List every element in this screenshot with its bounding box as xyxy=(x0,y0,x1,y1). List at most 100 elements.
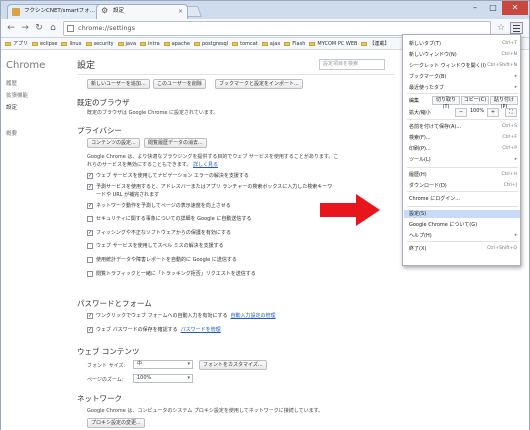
sidebar-item-extensions[interactable]: 拡張機能 xyxy=(6,91,28,99)
zoom-out-button[interactable]: − xyxy=(455,108,467,117)
menu-item-shortcut: Ctrl+J xyxy=(503,183,517,188)
close-tab-icon[interactable]: × xyxy=(178,5,183,18)
fullscreen-button[interactable]: ⛶ xyxy=(505,108,517,117)
menu-item[interactable]: ダウンロード(D) Ctrl+J xyxy=(409,182,517,190)
menu-item[interactable]: 履歴(H) Ctrl+H xyxy=(409,171,517,179)
cut-button[interactable]: 切り取り(T) xyxy=(432,96,460,110)
tab-title: 設定 xyxy=(113,8,125,14)
proxy-settings-button[interactable]: プロキシ設定の変更... xyxy=(87,418,145,428)
content-settings-button[interactable]: コンテンツの設定... xyxy=(87,138,140,148)
menu-item[interactable]: Google Chrome について(G) xyxy=(409,221,517,229)
checkbox[interactable] xyxy=(87,271,93,277)
checkbox[interactable]: ✓ xyxy=(87,327,93,333)
sidebar-item-about[interactable]: 概要 xyxy=(6,129,17,137)
bookmark-item[interactable]: intra xyxy=(140,38,160,49)
menu-item[interactable]: 終了(X) Ctrl+Shift+Q xyxy=(409,245,517,253)
bookmark-item[interactable]: java xyxy=(117,38,136,49)
checkbox[interactable] xyxy=(87,243,93,249)
menu-item[interactable]: Chrome にログイン... xyxy=(409,195,517,203)
sidebar-item-settings[interactable]: 設定 xyxy=(6,103,17,111)
address-text: chrome://settings xyxy=(78,24,136,32)
bookmark-item[interactable]: ajax xyxy=(261,38,281,49)
divider xyxy=(77,74,395,75)
minimize-button[interactable]: – xyxy=(466,1,484,15)
option-label: フィッシングや不正なソフトウェアからの保護を有効にする xyxy=(96,230,231,236)
checkbox[interactable] xyxy=(87,257,93,263)
menu-item[interactable]: 検索(F)... Ctrl+F xyxy=(409,134,517,142)
sidebar-item-history[interactable]: 履歴 xyxy=(6,79,17,87)
settings-search-input[interactable]: 設定項目を検索 xyxy=(319,59,385,70)
checkbox[interactable]: ✓ xyxy=(87,173,93,179)
menu-item[interactable]: 設定(S) xyxy=(404,210,520,218)
checkbox[interactable] xyxy=(87,216,93,222)
menu-item-label: シークレット ウィンドウを開く(I) xyxy=(409,63,486,69)
copy-button[interactable]: コピー(C) xyxy=(461,96,489,105)
delete-user-button[interactable]: このユーザーを削除 xyxy=(153,79,206,89)
tab-settings[interactable]: ⚙ 設定 × xyxy=(96,4,188,19)
learn-more-link[interactable]: 詳しく見る xyxy=(193,162,218,168)
menu-item[interactable]: ブックマーク(B) ▸ xyxy=(409,73,517,81)
tab-fukushin[interactable]: フクシンCNET/smartフォ… × xyxy=(7,4,105,19)
reload-icon[interactable]: ↻ xyxy=(33,22,45,34)
option-link[interactable]: パスワードを管理 xyxy=(181,327,221,333)
bookmark-item[interactable]: MYCOM PC WEB xyxy=(309,38,357,49)
clear-browsing-data-button[interactable]: 閲覧履歴データの消去... xyxy=(144,138,207,148)
menu-item-label: ヘルプ(H) xyxy=(409,233,432,239)
menu-item[interactable]: 最近使ったタブ ▸ xyxy=(409,84,517,92)
bookmark-item[interactable]: Flash xyxy=(284,38,305,49)
import-bookmarks-button[interactable]: ブックマークと設定をインポート... xyxy=(215,79,303,89)
menu-item[interactable]: ヘルプ(H) ▸ xyxy=(409,232,517,240)
default-browser-heading: 既定のブラウザ xyxy=(77,98,130,107)
menu-item[interactable]: 名前を付けて保存(A)... Ctrl+S xyxy=(409,123,517,131)
checkbox[interactable]: ✓ xyxy=(87,313,93,319)
bookmark-item[interactable]: eclipse xyxy=(32,38,57,49)
paste-button[interactable]: 貼り付け(P) xyxy=(490,96,518,110)
menu-item-label: 終了(X) xyxy=(409,246,427,252)
menu-item[interactable]: 印刷(P)... Ctrl+P xyxy=(409,145,517,153)
menu-item-shortcut: Ctrl+F xyxy=(502,135,517,140)
option-link[interactable]: 自動入力設定の管理 xyxy=(231,313,276,319)
add-user-button[interactable]: 新しいユーザーを追加... xyxy=(87,79,150,89)
bookmark-item[interactable]: postgresql xyxy=(193,38,228,49)
forward-icon[interactable]: → xyxy=(19,22,31,34)
bookmark-item[interactable]: 【連載】 xyxy=(361,38,389,49)
home-icon[interactable]: ⌂ xyxy=(47,22,59,34)
font-size-select[interactable]: 中 ▾ xyxy=(133,360,193,369)
menu-item[interactable]: 新しいタブ(T) Ctrl+T xyxy=(409,40,517,48)
bookmark-item[interactable]: security xyxy=(85,38,114,49)
option-label-continued: ードや URL が補完されます xyxy=(96,192,160,198)
font-size-value: 中 xyxy=(137,361,143,367)
customize-fonts-button[interactable]: フォントをカスタマイズ... xyxy=(199,360,267,370)
bookmark-label: ajax xyxy=(269,41,281,47)
option-label: ウェブ サービスを使用してナビゲーション エラーの解決を支援する xyxy=(96,173,249,179)
menu-item[interactable]: シークレット ウィンドウを開く(I) Ctrl+Shift+N xyxy=(409,62,517,70)
bookmark-item[interactable]: tomcat xyxy=(232,38,258,49)
menu-item-shortcut: Ctrl+Shift+Q xyxy=(487,246,517,251)
maximize-button[interactable]: □ xyxy=(484,1,502,15)
checkbox[interactable]: ✓ xyxy=(87,230,93,236)
bookmark-label: linux xyxy=(69,41,82,47)
menu-item-shortcut: Ctrl+S xyxy=(502,124,517,129)
folder-icon xyxy=(309,42,316,46)
page-zoom-label: ページのズーム: xyxy=(87,377,124,383)
checkbox[interactable]: ✓ xyxy=(87,184,93,190)
menu-item-label: ダウンロード(D) xyxy=(409,183,447,189)
menu-item[interactable]: 新しいウィンドウ(N) Ctrl+N xyxy=(409,51,517,59)
zoom-in-button[interactable]: + xyxy=(487,108,499,117)
chrome-menu-button[interactable] xyxy=(510,22,523,34)
menu-item-shortcut: ▸ xyxy=(514,85,517,90)
checkbox[interactable]: ✓ xyxy=(87,203,93,209)
bookmark-star-icon[interactable]: ☆ xyxy=(497,21,505,35)
bookmark-item[interactable]: linux xyxy=(61,38,82,49)
network-text: Google Chrome は、コンピュータのシステム プロキシ設定を使用してネ… xyxy=(87,408,324,414)
close-window-button[interactable]: ✕ xyxy=(502,1,528,15)
tab-strip: フクシンCNET/smartフォ… × ⚙ 設定 × – □ ✕ xyxy=(1,1,529,19)
page-zoom-select[interactable]: 100% ▾ xyxy=(133,374,193,383)
bookmark-label: tomcat xyxy=(240,41,258,47)
back-icon[interactable]: ← xyxy=(5,22,17,34)
folder-icon xyxy=(284,42,291,46)
bookmark-item[interactable]: アプリ xyxy=(5,38,28,49)
bookmark-item[interactable]: apache xyxy=(163,38,190,49)
menu-item[interactable]: ツール(L) ▸ xyxy=(409,156,517,164)
folder-icon xyxy=(232,42,239,46)
